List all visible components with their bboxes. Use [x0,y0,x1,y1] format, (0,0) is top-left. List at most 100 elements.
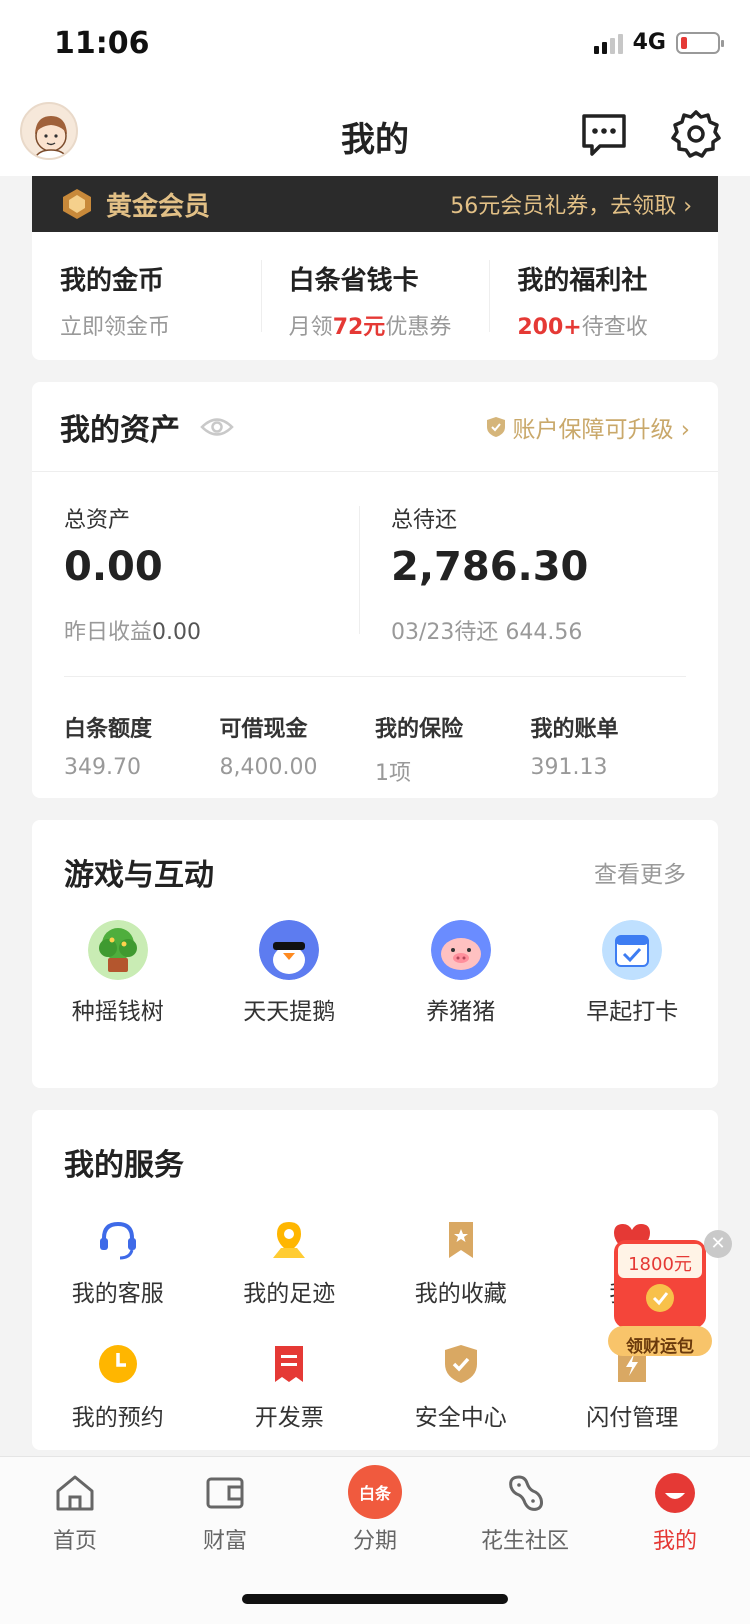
icon-label: 我的足迹 [243,1281,336,1307]
nav-bar: 我的 [0,96,750,176]
quick-sub: 立即领金币 [60,315,171,340]
game-money-tree[interactable]: 种摇钱树 [32,920,204,1026]
peanut-icon [509,1475,543,1511]
ad-button: 领财运包 [626,1337,694,1357]
asset-value: 0.00 [64,544,163,590]
assets-card: 我的资产 账户保障可升级 › 总资产 0.00 昨日收益0.00 总待还 2,7… [32,382,718,798]
status-bar: 11:06 4G [0,0,750,96]
grid-label: 白条额度 [64,717,153,742]
my-bills[interactable]: 我的账单 391.13 [531,711,687,787]
service-security-center[interactable]: 安全中心 [375,1342,547,1432]
red-packet-float-ad[interactable]: 1800元 领财运包 [604,1234,716,1364]
my-insurance[interactable]: 我的保险 1项 [375,711,531,787]
quick-sub: 200+待查收 [517,315,648,340]
eye-icon[interactable] [200,416,234,438]
welfare-entry[interactable]: 我的福利社 200+待查收 [489,232,718,360]
assets-summary: 总资产 0.00 昨日收益0.00 总待还 2,786.30 03/23待还 6… [32,472,718,646]
services-header: 我的服务 [32,1110,718,1184]
icon-label: 天天提鹅 [243,999,336,1025]
goose-icon [259,920,320,980]
profile-icon [655,1473,695,1513]
quick-title: 我的金币 [60,266,165,296]
service-favorites[interactable]: 我的收藏 [375,1218,547,1308]
message-icon[interactable] [580,110,628,158]
welfare-count: 200+ [517,315,582,340]
tab-label: 我的 [652,1529,697,1554]
icon-label: 我的收藏 [414,1281,507,1307]
baitiao-icon: 白条 [348,1465,402,1519]
close-icon[interactable]: ✕ [704,1230,732,1258]
status-time: 11:06 [54,26,150,61]
service-footprints[interactable]: 我的足迹 [204,1218,376,1308]
assets-title: 我的资产 [60,412,180,448]
icon-label: 安全中心 [414,1405,507,1431]
protect-label: 账户保障可升级 › [512,416,690,443]
icon-label: 闪付管理 [586,1405,679,1431]
grid-value: 1项 [375,761,411,786]
account-protect-link[interactable]: 账户保障可升级 › [486,410,690,444]
borrowable-cash[interactable]: 可借现金 8,400.00 [220,711,376,787]
coupon-amount: 72元 [332,315,386,340]
quick-entry-card: 我的金币 立即领金币 白条省钱卡 月领72元优惠券 我的福利社 200+待查收 [32,232,718,360]
asset-label: 总待还 [391,508,458,533]
tab-home[interactable]: 首页 [0,1471,150,1555]
home-indicator[interactable] [242,1594,508,1604]
gear-icon[interactable] [670,108,722,160]
gold-member-banner[interactable]: 黄金会员 56元会员礼券，去领取 › [32,176,718,232]
grid-value: 349.70 [64,755,141,780]
pig-icon [430,920,491,980]
baitiao-limit[interactable]: 白条额度 349.70 [64,711,220,787]
saving-card-entry[interactable]: 白条省钱卡 月领72元优惠券 [260,232,490,360]
quick-sub: 月领72元优惠券 [288,315,452,340]
game-goose[interactable]: 天天提鹅 [204,920,376,1026]
yesterday-income: 昨日收益0.00 [64,620,201,645]
my-coins-entry[interactable]: 我的金币 立即领金币 [32,232,261,360]
calendar-check-icon [602,920,663,980]
signal-icon [593,32,623,54]
total-assets[interactable]: 总资产 0.00 昨日收益0.00 [64,502,359,646]
assets-header: 我的资产 账户保障可升级 › [32,382,718,472]
game-pig[interactable]: 养猪猪 [375,920,547,1026]
total-due[interactable]: 总待还 2,786.30 03/23待还 644.56 [359,502,686,646]
ad-amount: 1800元 [628,1254,692,1275]
service-invoice[interactable]: 开发票 [204,1342,376,1432]
invoice-icon [275,1346,304,1382]
icon-label: 我的预约 [71,1405,164,1431]
money-tree-icon [87,920,148,980]
services-title: 我的服务 [64,1148,184,1183]
tab-label: 财富 [202,1529,247,1554]
service-customer-care[interactable]: 我的客服 [32,1218,204,1308]
grid-value: 8,400.00 [219,755,318,780]
member-promo-link[interactable]: 56元会员礼券，去领取 › [450,188,692,220]
see-more-link[interactable]: 查看更多 [594,855,686,889]
service-reservations[interactable]: 我的预约 [32,1342,204,1432]
page-title: 我的 [341,120,409,160]
grid-value: 391.13 [530,755,608,780]
assets-grid: 白条额度 349.70 可借现金 8,400.00 我的保险 1项 我的账单 3… [32,677,718,787]
status-indicators: 4G [593,30,724,55]
game-early-checkin[interactable]: 早起打卡 [547,920,719,1026]
member-title: 黄金会员 [106,191,211,222]
icon-label: 种摇钱树 [71,999,164,1025]
battery-icon [676,31,724,54]
icon-label: 开发票 [254,1405,324,1431]
tab-wealth[interactable]: 财富 [150,1471,300,1555]
next-due: 03/23待还 644.56 [391,620,583,645]
tab-community[interactable]: 花生社区 [450,1471,600,1555]
headset-icon [99,1221,136,1260]
clock-icon [98,1345,137,1383]
grid-label: 我的账单 [530,717,619,742]
bookmark-star-icon [448,1222,473,1258]
tab-label: 花生社区 [480,1529,569,1554]
tab-mine[interactable]: 我的 [600,1471,750,1555]
icon-label: 养猪猪 [426,999,496,1025]
wallet-icon [206,1477,244,1509]
grid-label: 可借现金 [219,717,308,742]
games-title: 游戏与互动 [64,858,214,893]
quick-title: 我的福利社 [517,266,648,296]
games-header: 游戏与互动 查看更多 [32,820,718,894]
tab-label: 首页 [52,1529,97,1554]
member-badge-icon [63,189,91,219]
tab-installment[interactable]: 白条 分期 [300,1465,450,1555]
icon-label: 早起打卡 [586,999,679,1025]
